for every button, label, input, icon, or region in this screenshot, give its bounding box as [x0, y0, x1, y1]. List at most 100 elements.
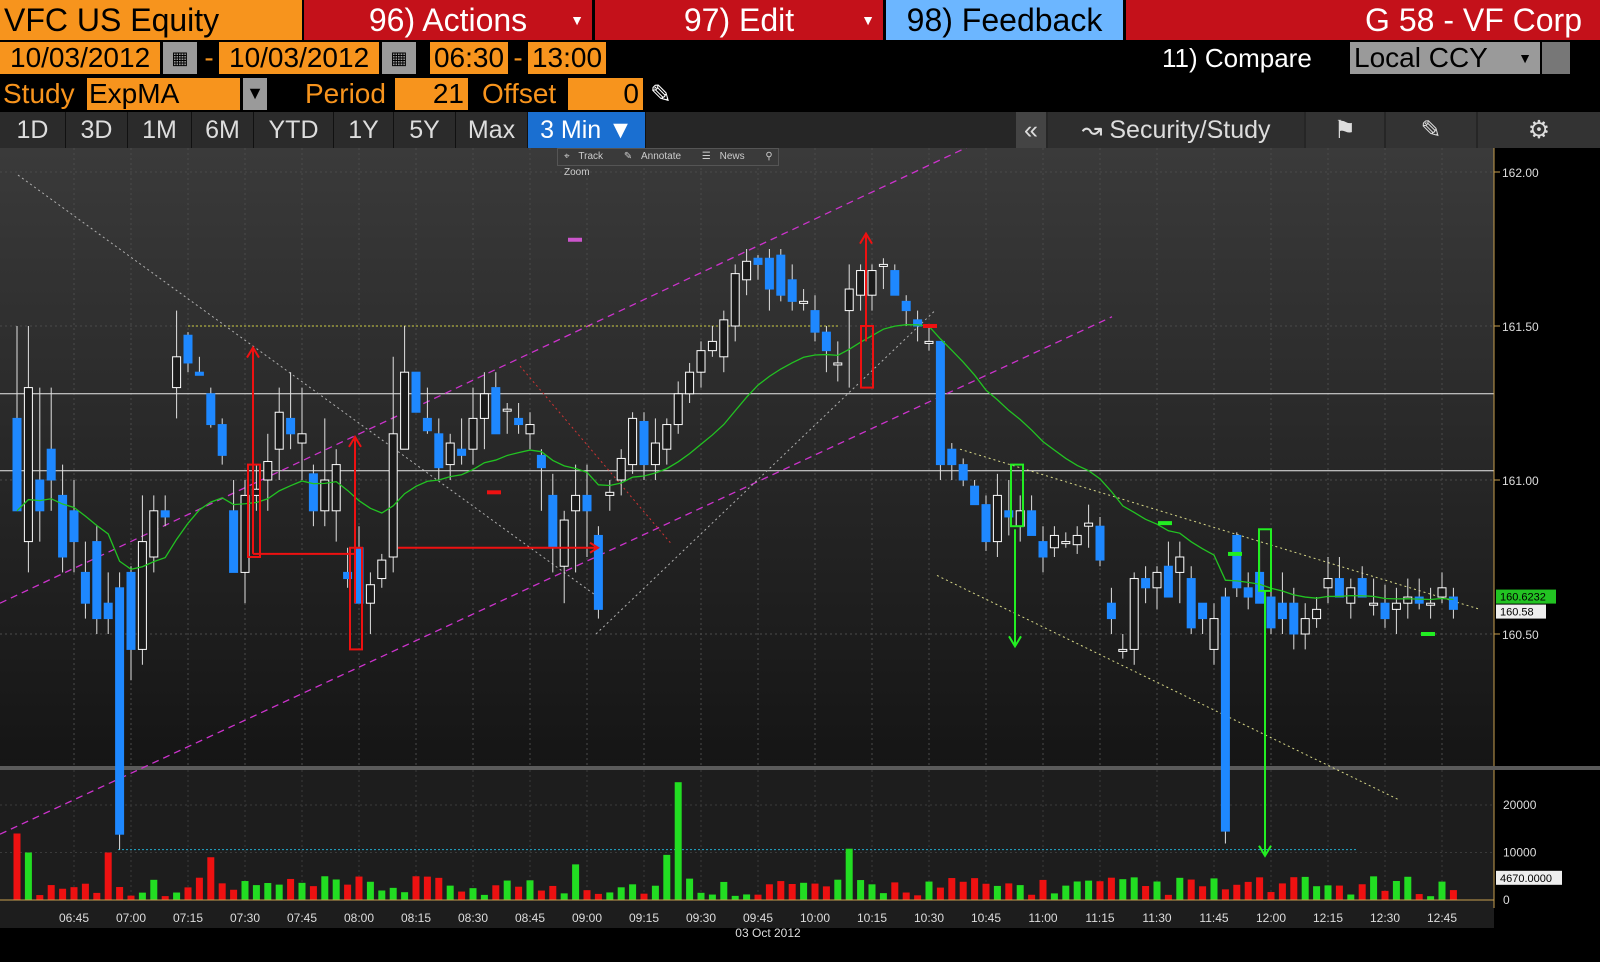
candle-body[interactable]: [958, 464, 968, 481]
volume-bar[interactable]: [47, 885, 55, 900]
candle-body[interactable]: [1414, 596, 1424, 604]
candle-body[interactable]: [149, 510, 159, 558]
candle-body[interactable]: [753, 257, 763, 265]
candle-body[interactable]: [548, 494, 558, 549]
end-time-field[interactable]: 13:00: [528, 42, 606, 74]
volume-bar[interactable]: [537, 890, 545, 900]
candle-body[interactable]: [1391, 602, 1401, 610]
volume-bar[interactable]: [663, 854, 671, 900]
volume-bar[interactable]: [275, 884, 283, 900]
price-marker[interactable]: [487, 490, 501, 495]
candle-body[interactable]: [263, 461, 273, 481]
volume-bar[interactable]: [332, 879, 340, 900]
candle-body[interactable]: [1232, 534, 1242, 589]
candle-body[interactable]: [1243, 587, 1253, 598]
volume-bar[interactable]: [93, 892, 101, 900]
tab-1d[interactable]: 1D: [0, 112, 66, 148]
candle-body[interactable]: [331, 464, 341, 512]
volume-bar[interactable]: [1153, 881, 1161, 900]
candle-body[interactable]: [457, 448, 467, 456]
period-field[interactable]: 21: [395, 78, 468, 110]
candle-body[interactable]: [445, 442, 455, 466]
volume-bar[interactable]: [1199, 886, 1207, 900]
volume-bar[interactable]: [298, 882, 306, 900]
volume-bar[interactable]: [902, 892, 910, 900]
candle-body[interactable]: [1118, 648, 1128, 652]
volume-bar[interactable]: [1096, 881, 1104, 900]
volume-bar[interactable]: [845, 848, 853, 900]
edit-chart-icon[interactable]: ✎: [1386, 112, 1476, 148]
volume-bar[interactable]: [959, 881, 967, 900]
volume-bar[interactable]: [686, 878, 694, 900]
actions-menu[interactable]: 96) Actions: [304, 0, 592, 40]
volume-bar[interactable]: [241, 881, 249, 900]
volume-bar[interactable]: [59, 888, 67, 900]
candle-body[interactable]: [901, 300, 911, 312]
volume-bar[interactable]: [1062, 885, 1070, 900]
volume-bar[interactable]: [1085, 880, 1093, 900]
volume-bar[interactable]: [822, 886, 830, 900]
candle-body[interactable]: [787, 279, 797, 302]
volume-bar[interactable]: [617, 887, 625, 900]
candle-body[interactable]: [878, 263, 888, 267]
news-tool[interactable]: ☰ News: [702, 151, 751, 162]
volume-bar[interactable]: [423, 876, 431, 900]
candle-body[interactable]: [194, 371, 204, 376]
volume-bar[interactable]: [1244, 881, 1252, 900]
candle-body[interactable]: [491, 387, 501, 435]
volume-bar[interactable]: [1233, 884, 1241, 900]
volume-bar[interactable]: [971, 878, 979, 900]
candle-body[interactable]: [628, 417, 638, 466]
candle-body[interactable]: [844, 288, 854, 312]
candle-body[interactable]: [867, 270, 877, 296]
panel-divider[interactable]: [0, 766, 1600, 770]
candle-body[interactable]: [730, 273, 740, 327]
volume-bar[interactable]: [572, 864, 580, 900]
volume-bar[interactable]: [184, 887, 192, 900]
candle-body[interactable]: [696, 350, 706, 373]
candle-body[interactable]: [479, 393, 489, 419]
volume-bar[interactable]: [492, 885, 500, 900]
candle-body[interactable]: [126, 571, 136, 650]
volume-bar[interactable]: [1176, 877, 1184, 900]
volume-bar[interactable]: [651, 885, 659, 900]
tab-3-min[interactable]: 3 Min ▼: [528, 112, 646, 148]
candle-body[interactable]: [890, 270, 900, 296]
volume-bar[interactable]: [1119, 879, 1127, 900]
candle-body[interactable]: [308, 473, 318, 512]
volume-bar[interactable]: [708, 894, 716, 900]
volume-bar[interactable]: [560, 893, 568, 900]
volume-bar[interactable]: [503, 880, 511, 900]
candle-body[interactable]: [12, 417, 22, 512]
volume-bar[interactable]: [1256, 877, 1264, 900]
candle-body[interactable]: [1266, 596, 1276, 629]
volume-bar[interactable]: [1050, 893, 1058, 900]
volume-bar[interactable]: [458, 891, 466, 900]
volume-bar[interactable]: [1278, 883, 1286, 900]
volume-bar[interactable]: [1370, 876, 1378, 900]
candle-body[interactable]: [981, 504, 991, 543]
price-chart[interactable]: 162.00 161.50 161.00 160.50 160.6232 160.58 20…: [0, 148, 1600, 962]
security-study-button[interactable]: ↝ Security/Study: [1048, 112, 1304, 148]
volume-bar[interactable]: [754, 894, 762, 900]
candle-body[interactable]: [69, 510, 79, 543]
price-marker[interactable]: [1158, 521, 1172, 526]
volume-bar[interactable]: [173, 892, 181, 900]
candle-body[interactable]: [685, 371, 695, 395]
candle-body[interactable]: [662, 424, 672, 450]
volume-bar[interactable]: [583, 890, 591, 900]
candle-body[interactable]: [1357, 578, 1367, 598]
candle-body[interactable]: [1163, 565, 1173, 598]
candle-body[interactable]: [365, 584, 375, 604]
candle-body[interactable]: [582, 494, 592, 512]
price-marker[interactable]: [923, 324, 937, 328]
volume-bar[interactable]: [1267, 892, 1275, 900]
volume-bar[interactable]: [640, 893, 648, 900]
volume-bar[interactable]: [1005, 883, 1013, 900]
candle-body[interactable]: [1209, 618, 1219, 650]
volume-bar[interactable]: [857, 880, 865, 900]
candle-body[interactable]: [764, 257, 774, 290]
volume-bar[interactable]: [378, 890, 386, 900]
volume-bar[interactable]: [1301, 876, 1309, 900]
volume-bar[interactable]: [720, 881, 728, 900]
